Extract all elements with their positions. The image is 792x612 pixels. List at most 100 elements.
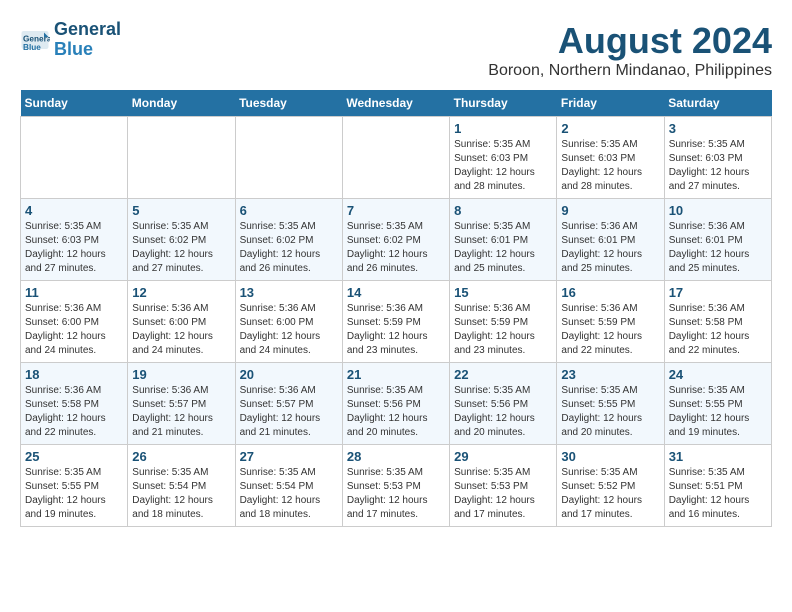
day-number: 18: [25, 367, 123, 382]
calendar-table: SundayMondayTuesdayWednesdayThursdayFrid…: [20, 90, 772, 527]
day-number: 20: [240, 367, 338, 382]
day-info: Sunrise: 5:35 AM Sunset: 6:03 PM Dayligh…: [454, 138, 552, 194]
day-number: 10: [669, 203, 767, 218]
calendar-cell: 17 Sunrise: 5:36 AM Sunset: 5:58 PM Dayli…: [664, 281, 771, 363]
location-title: Boroon, Northern Mindanao, Philippines: [488, 62, 772, 80]
day-number: 23: [561, 367, 659, 382]
calendar-cell: 26Sunrise: 5:35 AM Sunset: 5:54 PM Dayli…: [128, 445, 235, 527]
weekday-header-monday: Monday: [128, 90, 235, 117]
calendar-week-row: 1 Sunrise: 5:35 AM Sunset: 6:03 PM Daylig…: [21, 117, 772, 199]
logo: General Blue General Blue: [20, 20, 121, 60]
calendar-cell: 22 Sunrise: 5:35 AM Sunset: 5:56 PM Dayli…: [450, 363, 557, 445]
day-info: Sunrise: 5:35 AM Sunset: 6:02 PM Dayligh…: [347, 220, 445, 276]
day-info: Sunrise: 5:36 AM Sunset: 5:57 PM Dayligh…: [132, 384, 230, 440]
calendar-week-row: 4 Sunrise: 5:35 AM Sunset: 6:03 PM Daylig…: [21, 199, 772, 281]
weekday-header-saturday: Saturday: [664, 90, 771, 117]
calendar-cell: 20 Sunrise: 5:36 AM Sunset: 5:57 PM Dayli…: [235, 363, 342, 445]
weekday-header-row: SundayMondayTuesdayWednesdayThursdayFrid…: [21, 90, 772, 117]
day-info: Sunrise: 5:36 AM Sunset: 6:00 PM Dayligh…: [132, 302, 230, 358]
day-info: Sunrise: 5:35 AM Sunset: 5:55 PM Dayligh…: [25, 466, 123, 522]
title-section: August 2024 Boroon, Northern Mindanao, P…: [488, 20, 772, 80]
day-info: Sunrise: 5:35 AM Sunset: 5:55 PM Dayligh…: [561, 384, 659, 440]
calendar-cell: 30 Sunrise: 5:35 AM Sunset: 5:52 PM Dayli…: [557, 445, 664, 527]
day-number: 11: [25, 285, 123, 300]
day-info: Sunrise: 5:35 AM Sunset: 5:53 PM Dayligh…: [347, 466, 445, 522]
calendar-cell: 15 Sunrise: 5:36 AM Sunset: 5:59 PM Dayli…: [450, 281, 557, 363]
calendar-week-row: 11 Sunrise: 5:36 AM Sunset: 6:00 PM Dayli…: [21, 281, 772, 363]
calendar-cell: 13Sunrise: 5:36 AM Sunset: 6:00 PM Dayli…: [235, 281, 342, 363]
logo-icon: General Blue: [20, 25, 50, 55]
day-number: 15: [454, 285, 552, 300]
day-info: Sunrise: 5:35 AM Sunset: 5:55 PM Dayligh…: [669, 384, 767, 440]
day-number: 5: [132, 203, 230, 218]
day-number: 21: [347, 367, 445, 382]
day-number: 30: [561, 449, 659, 464]
calendar-cell: 12Sunrise: 5:36 AM Sunset: 6:00 PM Dayli…: [128, 281, 235, 363]
day-info: Sunrise: 5:36 AM Sunset: 6:00 PM Dayligh…: [25, 302, 123, 358]
calendar-cell: 23 Sunrise: 5:35 AM Sunset: 5:55 PM Dayli…: [557, 363, 664, 445]
day-info: Sunrise: 5:35 AM Sunset: 6:03 PM Dayligh…: [561, 138, 659, 194]
weekday-header-wednesday: Wednesday: [342, 90, 449, 117]
page-header: General Blue General Blue August 2024 Bo…: [20, 20, 772, 80]
day-number: 9: [561, 203, 659, 218]
calendar-cell: 1 Sunrise: 5:35 AM Sunset: 6:03 PM Daylig…: [450, 117, 557, 199]
weekday-header-friday: Friday: [557, 90, 664, 117]
calendar-cell: 28 Sunrise: 5:35 AM Sunset: 5:53 PM Dayli…: [342, 445, 449, 527]
day-info: Sunrise: 5:36 AM Sunset: 6:00 PM Dayligh…: [240, 302, 338, 358]
day-number: 22: [454, 367, 552, 382]
day-info: Sunrise: 5:36 AM Sunset: 6:01 PM Dayligh…: [561, 220, 659, 276]
calendar-cell: 27 Sunrise: 5:35 AM Sunset: 5:54 PM Dayli…: [235, 445, 342, 527]
svg-text:Blue: Blue: [23, 43, 41, 52]
day-number: 1: [454, 121, 552, 136]
day-number: 14: [347, 285, 445, 300]
calendar-cell: [21, 117, 128, 199]
calendar-cell: 21 Sunrise: 5:35 AM Sunset: 5:56 PM Dayli…: [342, 363, 449, 445]
calendar-week-row: 25 Sunrise: 5:35 AM Sunset: 5:55 PM Dayli…: [21, 445, 772, 527]
day-info: Sunrise: 5:35 AM Sunset: 5:53 PM Dayligh…: [454, 466, 552, 522]
calendar-week-row: 18 Sunrise: 5:36 AM Sunset: 5:58 PM Dayli…: [21, 363, 772, 445]
calendar-cell: 19 Sunrise: 5:36 AM Sunset: 5:57 PM Dayli…: [128, 363, 235, 445]
day-info: Sunrise: 5:35 AM Sunset: 6:01 PM Dayligh…: [454, 220, 552, 276]
calendar-cell: [235, 117, 342, 199]
day-number: 28: [347, 449, 445, 464]
calendar-cell: 5 Sunrise: 5:35 AM Sunset: 6:02 PM Daylig…: [128, 199, 235, 281]
day-info: Sunrise: 5:36 AM Sunset: 5:58 PM Dayligh…: [25, 384, 123, 440]
day-number: 16: [561, 285, 659, 300]
weekday-header-thursday: Thursday: [450, 90, 557, 117]
day-info: Sunrise: 5:36 AM Sunset: 5:59 PM Dayligh…: [347, 302, 445, 358]
month-title: August 2024: [488, 20, 772, 62]
day-number: 19: [132, 367, 230, 382]
day-info: Sunrise: 5:36 AM Sunset: 5:58 PM Dayligh…: [669, 302, 767, 358]
day-info: Sunrise: 5:36 AM Sunset: 5:59 PM Dayligh…: [454, 302, 552, 358]
day-number: 6: [240, 203, 338, 218]
day-number: 2: [561, 121, 659, 136]
day-number: 4: [25, 203, 123, 218]
day-info: Sunrise: 5:36 AM Sunset: 5:57 PM Dayligh…: [240, 384, 338, 440]
day-number: 29: [454, 449, 552, 464]
day-number: 3: [669, 121, 767, 136]
calendar-cell: [128, 117, 235, 199]
day-info: Sunrise: 5:35 AM Sunset: 5:52 PM Dayligh…: [561, 466, 659, 522]
day-info: Sunrise: 5:35 AM Sunset: 6:03 PM Dayligh…: [669, 138, 767, 194]
day-number: 17: [669, 285, 767, 300]
calendar-cell: 9 Sunrise: 5:36 AM Sunset: 6:01 PM Daylig…: [557, 199, 664, 281]
calendar-cell: 8 Sunrise: 5:35 AM Sunset: 6:01 PM Daylig…: [450, 199, 557, 281]
day-number: 25: [25, 449, 123, 464]
calendar-cell: 7Sunrise: 5:35 AM Sunset: 6:02 PM Daylig…: [342, 199, 449, 281]
calendar-cell: 4 Sunrise: 5:35 AM Sunset: 6:03 PM Daylig…: [21, 199, 128, 281]
day-number: 31: [669, 449, 767, 464]
day-number: 27: [240, 449, 338, 464]
day-info: Sunrise: 5:35 AM Sunset: 6:03 PM Dayligh…: [25, 220, 123, 276]
weekday-header-tuesday: Tuesday: [235, 90, 342, 117]
calendar-cell: 29 Sunrise: 5:35 AM Sunset: 5:53 PM Dayli…: [450, 445, 557, 527]
day-info: Sunrise: 5:35 AM Sunset: 6:02 PM Dayligh…: [132, 220, 230, 276]
day-info: Sunrise: 5:36 AM Sunset: 5:59 PM Dayligh…: [561, 302, 659, 358]
day-number: 8: [454, 203, 552, 218]
day-info: Sunrise: 5:35 AM Sunset: 5:54 PM Dayligh…: [132, 466, 230, 522]
day-info: Sunrise: 5:35 AM Sunset: 5:56 PM Dayligh…: [347, 384, 445, 440]
calendar-cell: 2 Sunrise: 5:35 AM Sunset: 6:03 PM Daylig…: [557, 117, 664, 199]
day-number: 24: [669, 367, 767, 382]
calendar-cell: 18 Sunrise: 5:36 AM Sunset: 5:58 PM Dayli…: [21, 363, 128, 445]
day-info: Sunrise: 5:35 AM Sunset: 5:56 PM Dayligh…: [454, 384, 552, 440]
day-info: Sunrise: 5:35 AM Sunset: 5:54 PM Dayligh…: [240, 466, 338, 522]
